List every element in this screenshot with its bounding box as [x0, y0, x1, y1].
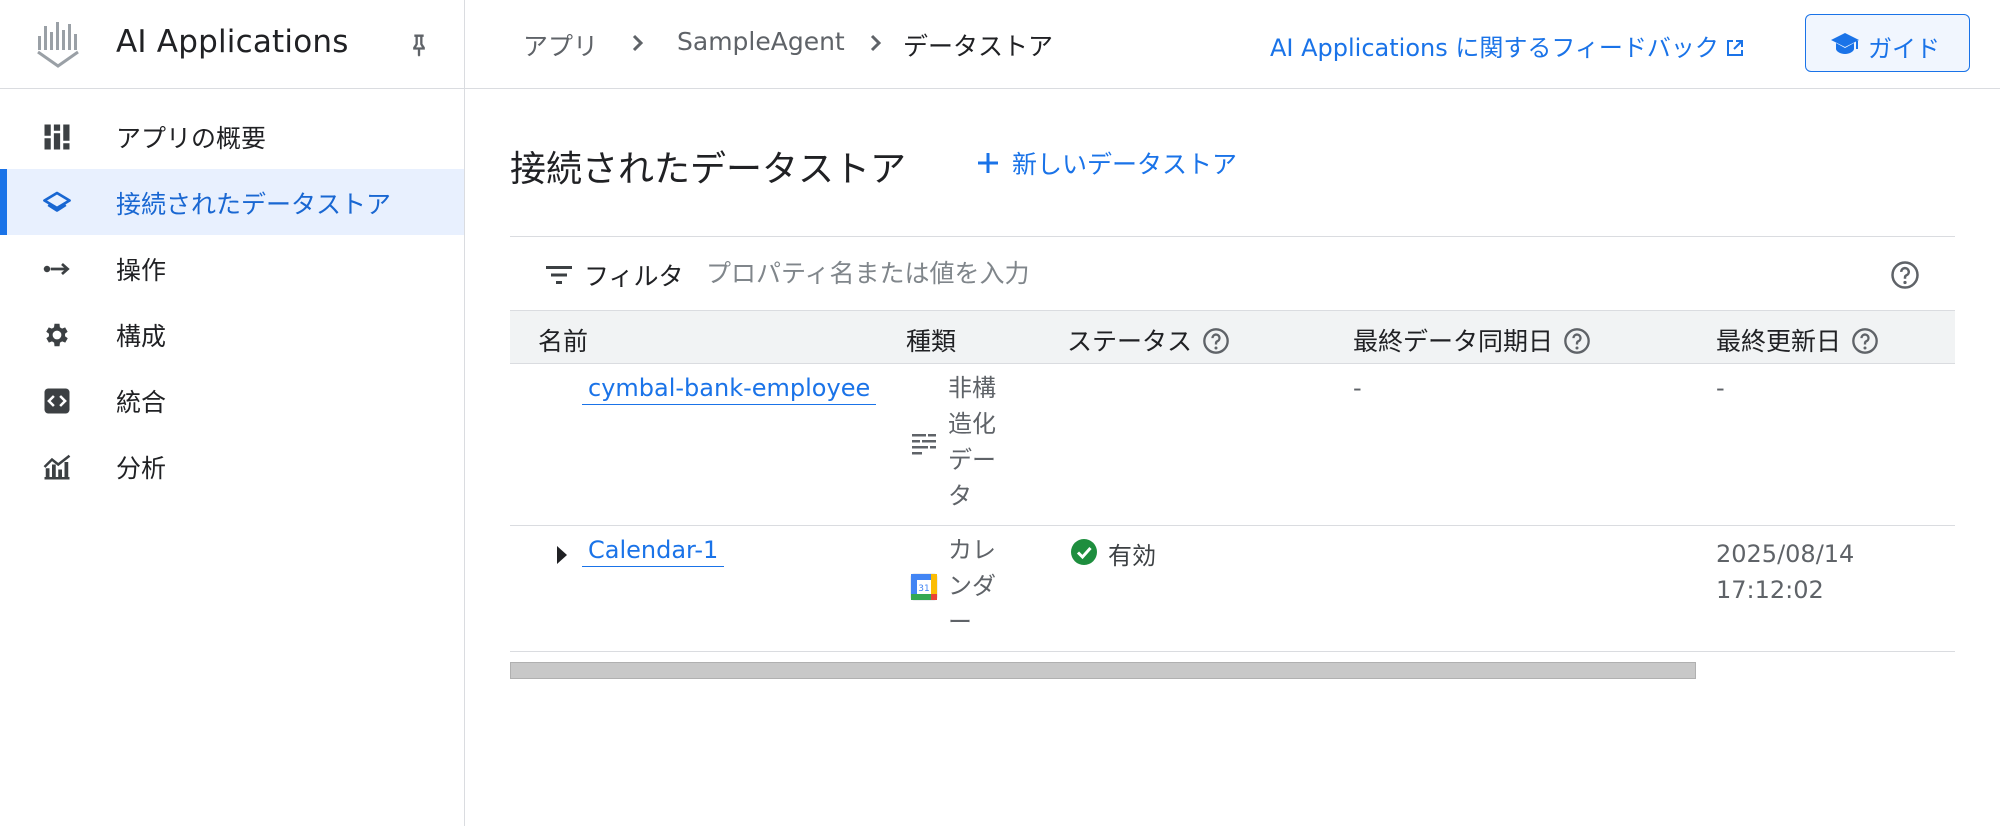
sidebar-item-app-overview[interactable]: アプリの概要: [0, 103, 464, 169]
unstructured-data-icon: [912, 434, 936, 455]
datastore-type: カレンダー: [948, 536, 996, 636]
last-updated-value: -: [1716, 374, 1725, 402]
column-header-label: ステータス: [1067, 327, 1193, 356]
datastore-type: 非構造化データ: [948, 374, 996, 510]
last-updated-date: 2025/08/14: [1716, 540, 1855, 568]
column-header-last-updated[interactable]: 最終更新日: [1716, 322, 1879, 358]
column-header-name[interactable]: 名前: [538, 322, 588, 358]
sidebar-item-label: 統合: [116, 388, 167, 417]
new-datastore-label: 新しいデータストア: [1012, 150, 1238, 179]
column-header-label: 種類: [906, 327, 957, 356]
external-link-icon: [1726, 40, 1743, 56]
sidebar-item-label: 分析: [116, 454, 167, 483]
chevron-right-icon: [870, 34, 882, 52]
filter-bar: フィルタ: [510, 236, 1955, 310]
feedback-link-label: AI Applications に関するフィードバック: [1270, 34, 1719, 62]
feedback-link[interactable]: AI Applications に関するフィードバック: [1270, 28, 1745, 63]
check-circle-icon: [1071, 539, 1097, 565]
pin-icon[interactable]: [405, 30, 433, 60]
plus-icon: [978, 153, 998, 173]
column-header-status[interactable]: ステータス: [1067, 322, 1230, 358]
sidebar-item-actions[interactable]: 操作: [0, 235, 464, 301]
filter-label: フィルタ: [584, 262, 684, 291]
dashboard-icon: [44, 124, 70, 150]
app-title: AI Applications: [116, 24, 349, 60]
table-row: Calendar-1 31 カレンダー 有効 2025/08/14 17:12:…: [510, 526, 1955, 652]
filter-input[interactable]: [706, 255, 1606, 291]
filter-icon: [546, 266, 572, 284]
sidebar-item-analytics[interactable]: 分析: [0, 433, 464, 499]
layers-icon: [43, 191, 71, 212]
code-icon: [44, 388, 70, 414]
sidebar-item-configuration[interactable]: 構成: [0, 301, 464, 367]
last-updated-value: 2025/08/14 17:12:02: [1716, 536, 1854, 608]
table-header: 名前 種類 ステータス 最終データ同期日 最終更新日: [510, 310, 1955, 364]
page-title: 接続されたデータストア: [510, 149, 907, 190]
breadcrumb-datastore: データストア: [903, 32, 1054, 61]
breadcrumb-apps[interactable]: アプリ: [523, 27, 598, 63]
gear-icon: [46, 323, 68, 347]
help-icon[interactable]: [1851, 327, 1879, 355]
datastore-name-link[interactable]: cymbal-bank-employee: [582, 374, 877, 405]
calendar-day-text: 31: [918, 584, 929, 594]
datastore-name-link[interactable]: Calendar-1: [582, 536, 725, 567]
actions-icon: [43, 262, 70, 276]
sidebar-item-integration[interactable]: 統合: [0, 367, 464, 433]
horizontal-scrollbar[interactable]: [510, 662, 1696, 679]
last-sync-value: -: [1353, 374, 1362, 402]
column-header-label: 名前: [538, 327, 589, 356]
ai-applications-logo-icon: [37, 22, 79, 68]
sidebar-item-label: 接続されたデータストア: [116, 190, 392, 219]
table-row: cymbal-bank-employee 非構造化データ - -: [510, 364, 1955, 526]
guide-button-label: ガイド: [1868, 35, 1940, 63]
sidebar-item-connected-datastores[interactable]: 接続されたデータストア: [0, 169, 464, 235]
column-header-label: 最終データ同期日: [1353, 327, 1554, 356]
top-bar: アプリ SampleAgent データストア AI Applications に…: [465, 0, 2000, 89]
column-header-last-sync[interactable]: 最終データ同期日: [1353, 322, 1591, 358]
breadcrumb-sample-agent[interactable]: SampleAgent: [677, 27, 845, 56]
google-calendar-icon: 31: [910, 573, 938, 601]
help-icon[interactable]: [1890, 260, 1920, 290]
sidebar-nav: アプリの概要 接続されたデータストア 操作 構成 統合 分析: [0, 103, 464, 499]
guide-button[interactable]: ガイド: [1805, 14, 1970, 72]
chevron-right-icon: [632, 34, 644, 52]
analytics-icon: [43, 454, 71, 480]
sidebar-item-label: 構成: [116, 322, 167, 351]
expand-arrow-icon[interactable]: [555, 544, 569, 566]
status-text: 有効: [1108, 542, 1156, 570]
column-header-label: 最終更新日: [1716, 327, 1842, 356]
help-icon[interactable]: [1563, 327, 1591, 355]
sidebar-item-label: 操作: [116, 256, 167, 285]
last-updated-time: 17:12:02: [1716, 576, 1824, 604]
sidebar: AI Applications アプリの概要 接続されたデータストア 操作 構成…: [0, 0, 465, 826]
help-icon[interactable]: [1202, 327, 1230, 355]
brand-header: AI Applications: [0, 0, 465, 89]
column-header-type[interactable]: 種類: [906, 322, 956, 358]
sidebar-item-label: アプリの概要: [116, 124, 267, 153]
school-icon: [1831, 33, 1859, 54]
